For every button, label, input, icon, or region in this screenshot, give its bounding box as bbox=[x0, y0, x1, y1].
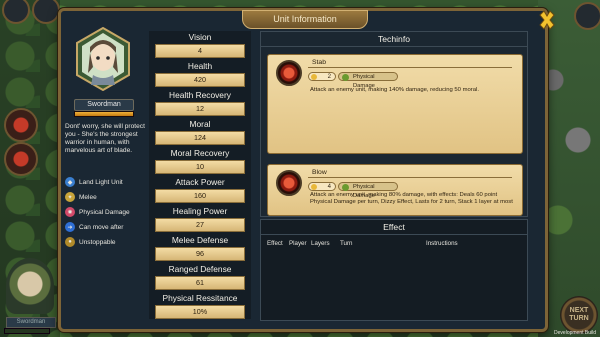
stat-label-physical-resistance: Physical Ressitance bbox=[162, 293, 238, 303]
blow-skill-button[interactable] bbox=[4, 142, 38, 176]
skill-divider bbox=[308, 177, 512, 178]
stat-label-health: Health bbox=[187, 61, 213, 71]
col-turn: Turn bbox=[340, 240, 353, 247]
skill-divider bbox=[308, 67, 512, 68]
physical-damage-icon bbox=[342, 184, 349, 191]
trait-label: Land Light Unit bbox=[79, 178, 123, 186]
trait-list: ◆ Land Light Unit ✦ Melee ✸ Physical Damage… bbox=[65, 175, 145, 250]
selected-unit-avatar[interactable] bbox=[6, 258, 54, 314]
physical-damage-icon bbox=[342, 74, 349, 81]
stat-value-moral-recovery: 10 bbox=[155, 160, 245, 174]
skill-damage-type: Physical Damage bbox=[338, 182, 398, 199]
stat-label-healing-power: Healing Power bbox=[172, 206, 228, 216]
stat-value-moral: 124 bbox=[155, 131, 245, 145]
fist-icon: ● bbox=[65, 237, 75, 247]
stat-label-moral-recovery: Moral Recovery bbox=[170, 148, 230, 158]
stat-label-ranged-defense: Ranged Defense bbox=[168, 264, 232, 274]
hero-health-fill bbox=[75, 112, 133, 116]
close-icon bbox=[539, 10, 555, 30]
next-turn-line2: TURN bbox=[569, 315, 589, 322]
skill-card-blow[interactable]: Blow 4 Physical Damage Attack an enemy u… bbox=[267, 164, 523, 216]
skill-cooldown: 4 bbox=[308, 182, 336, 191]
trait-label: Unstoppable bbox=[79, 238, 116, 246]
attack-skill-button[interactable] bbox=[4, 108, 38, 142]
techinfo-panel[interactable]: Techinfo Stab 2 Physical Damage Attack a… bbox=[260, 31, 528, 217]
trait-item: ✸ Physical Damage bbox=[65, 205, 145, 219]
stat-value-health-recovery: 12 bbox=[155, 102, 245, 116]
col-layers: Layers bbox=[311, 240, 330, 247]
skill-description: Attack an enemy unit, making 140% damage… bbox=[310, 87, 479, 93]
hero-panel: Swordman Dont' worry, she will protect y… bbox=[65, 25, 145, 320]
clock-icon bbox=[311, 184, 317, 190]
trait-item: ● Unstoppable bbox=[65, 235, 145, 249]
trait-item: ◆ Land Light Unit bbox=[65, 175, 145, 189]
skill-description: Attack an enemy unit, making 80% damage,… bbox=[310, 192, 513, 206]
skill-card-stab[interactable]: Stab 2 Physical Damage Attack an enemy u… bbox=[267, 54, 523, 154]
shield-icon: ◆ bbox=[65, 177, 75, 187]
trait-label: Melee bbox=[79, 193, 97, 201]
footsteps-icon: ➜ bbox=[65, 222, 75, 232]
skill-cooldown: 2 bbox=[308, 72, 336, 81]
trait-label: Physical Damage bbox=[79, 208, 130, 216]
hero-bio: Dont' worry, she will protect you - She'… bbox=[65, 123, 145, 154]
settings-gear-icon[interactable] bbox=[574, 2, 600, 30]
stat-value-vision: 4 bbox=[155, 44, 245, 58]
col-player: Player bbox=[289, 240, 307, 247]
cooldown-value: 4 bbox=[327, 184, 331, 190]
stat-label-moral: Moral bbox=[189, 119, 211, 129]
skill-name: Blow bbox=[312, 169, 327, 176]
stats-column: Vision 4 Health 420 Health Recovery 12 M… bbox=[149, 31, 251, 319]
sword-icon: ✦ bbox=[65, 192, 75, 202]
blow-skill-icon bbox=[276, 170, 302, 196]
stat-value-melee-defense: 96 bbox=[155, 247, 245, 261]
col-effect: Effect bbox=[267, 240, 283, 247]
effect-title: Effect bbox=[261, 220, 527, 235]
effect-table-header: Effect Player Layers Turn Instructions bbox=[261, 235, 527, 247]
unit-health-bar bbox=[4, 328, 50, 334]
stat-label-health-recovery: Health Recovery bbox=[169, 90, 231, 100]
trait-label: Can move after bbox=[79, 223, 124, 231]
stat-label-attack-power: Attack Power bbox=[175, 177, 225, 187]
stat-label-melee-defense: Melee Defense bbox=[171, 235, 229, 245]
close-button[interactable] bbox=[536, 9, 558, 31]
skill-damage-type: Physical Damage bbox=[338, 72, 398, 89]
clock-icon bbox=[311, 74, 317, 80]
techinfo-title: Techinfo bbox=[261, 32, 527, 47]
col-instructions: Instructions bbox=[426, 240, 458, 247]
stat-value-physical-resistance: 10% bbox=[155, 305, 245, 319]
selected-unit-name: Swordman bbox=[6, 317, 56, 328]
trait-item: ✦ Melee bbox=[65, 190, 145, 204]
skill-name: Stab bbox=[312, 59, 326, 66]
stat-label-vision: Vision bbox=[188, 32, 212, 42]
next-turn-button[interactable]: NEXT TURN bbox=[560, 296, 598, 334]
stat-value-healing-power: 27 bbox=[155, 218, 245, 232]
stab-skill-icon bbox=[276, 60, 302, 86]
burst-icon: ✸ bbox=[65, 207, 75, 217]
cooldown-value: 2 bbox=[327, 74, 331, 80]
effect-panel: Effect Effect Player Layers Turn Instruc… bbox=[260, 219, 528, 321]
unit-info-dialog: Unit Information Swordman Dont' worry, s… bbox=[58, 8, 555, 332]
hero-health-bar bbox=[74, 111, 134, 117]
hero-portrait bbox=[75, 26, 131, 92]
build-label: Development Build bbox=[554, 330, 596, 336]
stat-value-health: 420 bbox=[155, 73, 245, 87]
stat-value-attack-power: 160 bbox=[155, 189, 245, 203]
trait-item: ➜ Can move after bbox=[65, 220, 145, 234]
next-turn-line1: NEXT bbox=[569, 307, 589, 314]
dialog-title: Unit Information bbox=[242, 10, 368, 29]
stat-value-ranged-defense: 61 bbox=[155, 276, 245, 290]
hero-name: Swordman bbox=[74, 99, 134, 111]
